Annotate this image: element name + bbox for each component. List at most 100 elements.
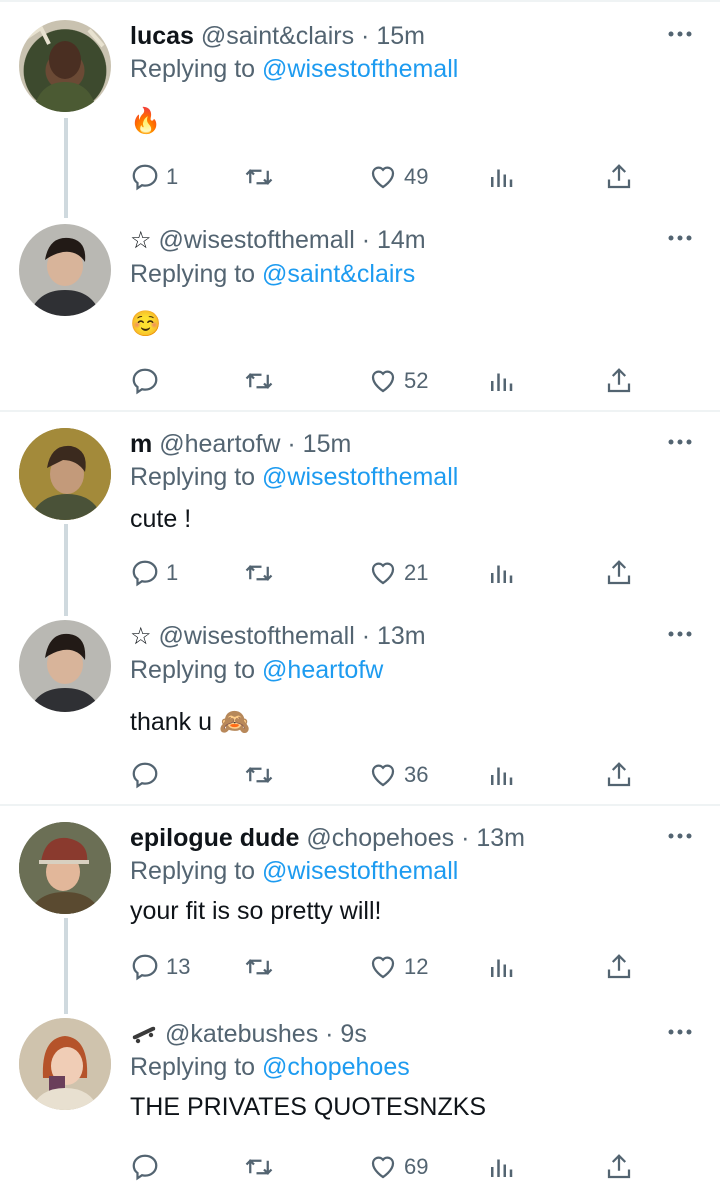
like-button[interactable]: 12 (368, 950, 428, 984)
analytics-icon (491, 169, 513, 187)
timestamp[interactable]: 13m (377, 622, 426, 650)
reply-button[interactable] (130, 1150, 166, 1184)
retweet-button[interactable] (244, 556, 274, 590)
analytics-button[interactable] (486, 950, 516, 984)
heart-icon (371, 562, 395, 585)
display-name[interactable]: epilogue dude (130, 824, 299, 852)
share-button[interactable] (604, 364, 634, 398)
mention-link[interactable]: @saint&clairs (262, 260, 415, 288)
timestamp[interactable]: 15m (376, 22, 425, 50)
handle[interactable]: @wisestofthemall (158, 226, 354, 254)
more-icon[interactable] (668, 626, 692, 642)
like-count: 21 (404, 560, 429, 585)
separator: · (354, 622, 377, 650)
handle[interactable]: @saint&clairs (201, 22, 354, 50)
more-icon[interactable] (668, 230, 692, 246)
retweet-button[interactable] (244, 1150, 274, 1184)
heart-icon (371, 166, 395, 189)
analytics-button[interactable] (486, 758, 516, 792)
divider (0, 410, 720, 412)
tweet-header: m @heartofw · 15m (130, 428, 680, 460)
timestamp[interactable]: 9s (340, 1020, 366, 1048)
retweet-button[interactable] (244, 950, 274, 984)
reply-button[interactable] (130, 758, 166, 792)
mention-link[interactable]: @chopehoes (262, 1053, 410, 1081)
retweet-icon (245, 169, 273, 185)
analytics-button[interactable] (486, 160, 516, 194)
tweet[interactable]: epilogue dude @chopehoes · 13m Replying … (0, 822, 720, 992)
tweet[interactable]: ☆ @wisestofthemall · 13m Replying to @he… (0, 620, 720, 800)
display-name[interactable]: lucas (130, 22, 194, 50)
reply-count: 1 (166, 164, 179, 189)
tweet[interactable]: m @heartofw · 15m Replying to @wisestoft… (0, 428, 720, 598)
handle[interactable]: @katebushes (165, 1020, 318, 1048)
tweet[interactable]: lucas @saint&clairs · 15m Replying to @w… (0, 20, 720, 200)
more-icon[interactable] (668, 1024, 692, 1040)
avatar[interactable] (19, 822, 111, 914)
analytics-button[interactable] (486, 364, 516, 398)
reply-button[interactable] (130, 364, 166, 398)
analytics-icon (491, 1159, 513, 1177)
like-button[interactable]: 69 (368, 1150, 428, 1184)
replying-to: Replying to @wisestofthemall (130, 460, 680, 494)
timestamp[interactable]: 15m (303, 430, 352, 458)
share-button[interactable] (604, 556, 634, 590)
retweet-button[interactable] (244, 160, 274, 194)
like-button[interactable]: 21 (368, 556, 428, 590)
tweet[interactable]: ☆ @wisestofthemall · 14m Replying to @sa… (0, 224, 720, 404)
more-icon[interactable] (668, 26, 692, 42)
share-icon (607, 762, 631, 787)
reply-button[interactable]: 13 (130, 950, 190, 984)
analytics-icon (491, 767, 513, 785)
retweet-button[interactable] (244, 364, 274, 398)
handle[interactable]: @wisestofthemall (158, 622, 354, 650)
heart-icon (371, 956, 395, 979)
divider (0, 804, 720, 806)
handle[interactable]: @heartofw (159, 430, 280, 458)
tweet-header: lucas @saint&clairs · 15m (130, 20, 680, 52)
replying-to-label: Replying to (130, 857, 256, 885)
tweet-header: ☆ @wisestofthemall · 14m (130, 224, 680, 257)
avatar[interactable] (19, 620, 111, 712)
like-button[interactable]: 52 (368, 364, 428, 398)
tweet-actions: 36 (130, 758, 650, 792)
timestamp[interactable]: 13m (476, 824, 525, 852)
star-icon: ☆ (130, 623, 152, 650)
analytics-button[interactable] (486, 1150, 516, 1184)
more-icon[interactable] (668, 828, 692, 844)
share-icon (607, 164, 631, 189)
analytics-button[interactable] (486, 556, 516, 590)
handle[interactable]: @chopehoes (306, 824, 454, 852)
share-icon (607, 560, 631, 585)
more-icon[interactable] (668, 434, 692, 450)
share-button[interactable] (604, 1150, 634, 1184)
avatar[interactable] (19, 428, 111, 520)
share-button[interactable] (604, 160, 634, 194)
display-name[interactable]: m (130, 430, 152, 458)
like-button[interactable]: 49 (368, 160, 428, 194)
mention-link[interactable]: @wisestofthemall (262, 463, 458, 491)
avatar[interactable] (19, 20, 111, 112)
separator: · (354, 22, 377, 50)
reply-icon (132, 762, 158, 789)
timestamp[interactable]: 14m (377, 226, 426, 254)
avatar[interactable] (19, 1018, 111, 1110)
share-button[interactable] (604, 950, 634, 984)
avatar[interactable] (19, 224, 111, 316)
replying-to-label: Replying to (130, 463, 256, 491)
analytics-icon (491, 959, 513, 977)
like-button[interactable]: 36 (368, 758, 428, 792)
reply-button[interactable]: 1 (130, 556, 178, 590)
tweet-text: THE PRIVATES QUOTESNZKS (130, 1093, 487, 1121)
mention-link[interactable]: @wisestofthemall (262, 857, 458, 885)
tweet[interactable]: @katebushes · 9s Replying to @chopehoes … (0, 1018, 720, 1198)
share-icon (607, 368, 631, 393)
share-icon (607, 954, 631, 979)
tweet-header: ☆ @wisestofthemall · 13m (130, 620, 680, 653)
reply-button[interactable]: 1 (130, 160, 178, 194)
heart-icon (371, 370, 395, 393)
mention-link[interactable]: @heartofw (262, 656, 383, 684)
mention-link[interactable]: @wisestofthemall (262, 55, 458, 83)
share-button[interactable] (604, 758, 634, 792)
retweet-button[interactable] (244, 758, 274, 792)
